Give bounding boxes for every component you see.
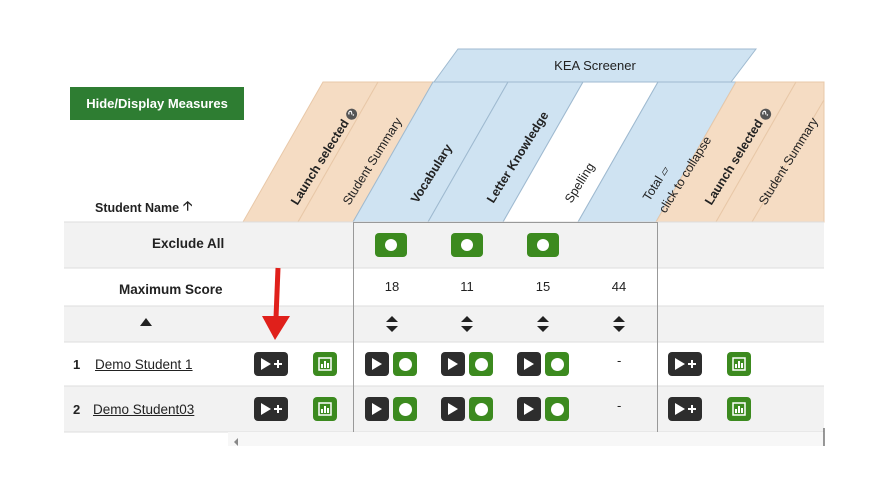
total-score: - [617, 353, 622, 368]
red-arrow-shaft [273, 267, 281, 319]
sort-up-icon[interactable] [140, 318, 152, 326]
max-score-letter-knowledge: 11 [460, 279, 474, 294]
sort-letter-knowledge-icon[interactable] [461, 316, 473, 332]
student-summary-chart-button[interactable] [727, 397, 751, 421]
status-spelling-toggle[interactable] [545, 397, 569, 421]
launch-play-plus-button[interactable] [254, 397, 288, 421]
header-backgrounds [64, 48, 825, 446]
student-summary-chart-button[interactable] [313, 352, 337, 376]
hide-display-measures-button[interactable]: Hide/Display Measures [70, 87, 244, 120]
status-spelling-toggle[interactable] [545, 352, 569, 376]
sort-spelling-icon[interactable] [537, 316, 549, 332]
launch-play-plus-button[interactable] [668, 397, 702, 421]
row-number: 1 [73, 357, 81, 372]
horizontal-scrollbar[interactable] [228, 432, 824, 446]
play-spelling-button[interactable] [517, 352, 541, 376]
status-vocabulary-toggle[interactable] [393, 397, 417, 421]
status-letter-knowledge-toggle[interactable] [469, 352, 493, 376]
status-letter-knowledge-toggle[interactable] [469, 397, 493, 421]
exclude-all-label: Exclude All [152, 236, 225, 251]
launch-play-plus-button[interactable] [254, 352, 288, 376]
max-score-total: 44 [611, 279, 627, 294]
play-vocabulary-button[interactable] [365, 397, 389, 421]
exclude-toggle-letter-knowledge[interactable] [451, 233, 483, 257]
play-spelling-button[interactable] [517, 397, 541, 421]
max-score-label: Maximum Score [119, 282, 223, 297]
total-score: - [617, 398, 622, 413]
student-name-link[interactable]: Demo Student03 [93, 402, 194, 417]
sort-total-icon[interactable] [613, 316, 625, 332]
play-letter-knowledge-button[interactable] [441, 397, 465, 421]
row-number: 2 [73, 402, 81, 417]
status-vocabulary-toggle[interactable] [393, 352, 417, 376]
exclude-toggle-vocabulary[interactable] [375, 233, 407, 257]
max-score-spelling: 15 [535, 279, 551, 294]
student-summary-chart-button[interactable] [313, 397, 337, 421]
launch-play-plus-button[interactable] [668, 352, 702, 376]
exclude-toggle-spelling[interactable] [527, 233, 559, 257]
student-name-link[interactable]: Demo Student 1 [95, 357, 193, 372]
student-summary-chart-button[interactable] [727, 352, 751, 376]
sort-vocabulary-icon[interactable] [386, 316, 398, 332]
student-name-header[interactable]: Student Name 🡡 [95, 197, 192, 219]
sort-up-arrow-icon[interactable]: 🡡 [183, 197, 192, 219]
max-score-vocabulary: 18 [384, 279, 400, 294]
play-letter-knowledge-button[interactable] [441, 352, 465, 376]
sort-row-bg [64, 306, 824, 342]
group-title: KEA Screener [554, 58, 636, 73]
play-vocabulary-button[interactable] [365, 352, 389, 376]
